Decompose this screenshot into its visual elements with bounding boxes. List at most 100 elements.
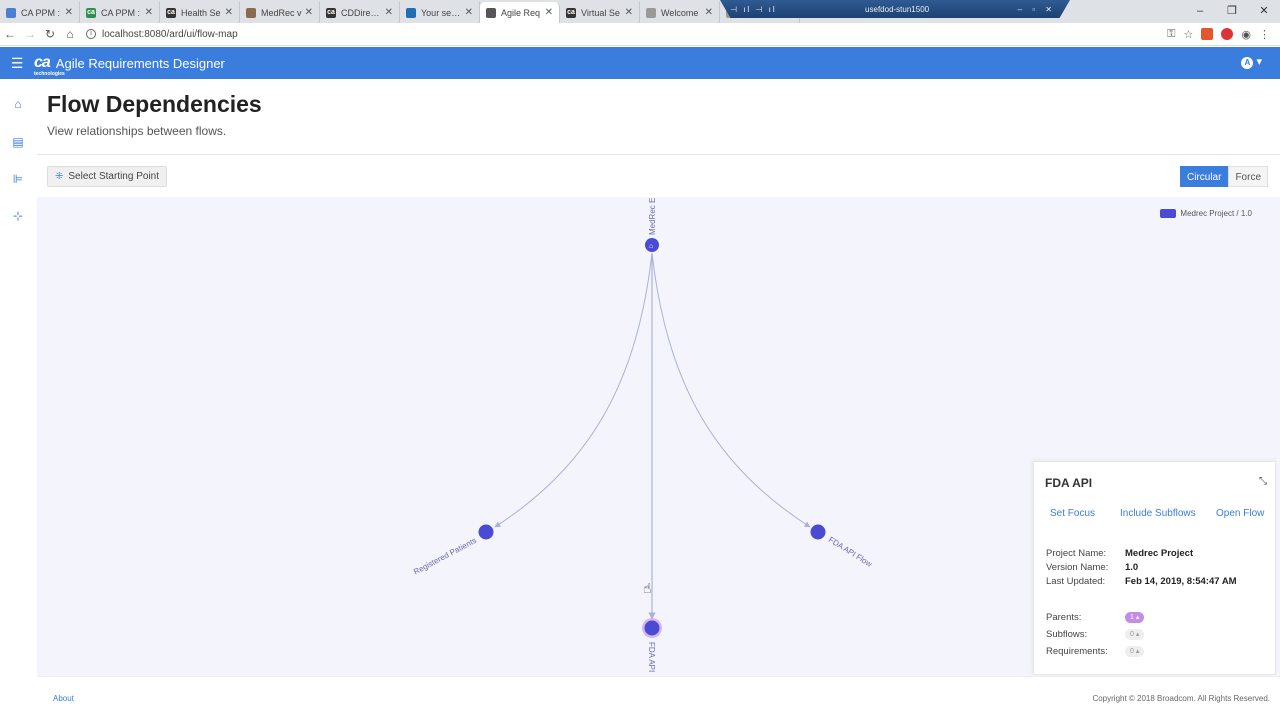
- version-name-label: Version Name:: [1046, 562, 1109, 573]
- more-icon[interactable]: ⋮: [1259, 28, 1270, 41]
- remote-session-title: usefdod-stun1500: [865, 4, 930, 14]
- node-root[interactable]: ⌂ MedRec E: [645, 198, 659, 252]
- legend-swatch: [1160, 209, 1177, 218]
- remote-window-controls[interactable]: – ▫ ✕: [1018, 5, 1056, 14]
- collapse-icon[interactable]: ⤡: [1259, 476, 1267, 487]
- browser-tab[interactable]: Your sessi ✕: [400, 2, 480, 23]
- tab-close-icon[interactable]: ✕: [65, 7, 73, 18]
- archive-nav-icon[interactable]: ▤: [11, 135, 25, 149]
- layout-circular-button[interactable]: Circular: [1179, 166, 1229, 187]
- key-icon[interactable]: ⚿: [1167, 28, 1175, 41]
- browser-tab[interactable]: ca Health Se ✕: [160, 2, 240, 23]
- layout-toggle: Circular Force: [1179, 166, 1268, 187]
- header-divider: [37, 154, 1280, 155]
- home-node-icon: ⌂: [649, 243, 653, 250]
- extension-icon[interactable]: [1201, 28, 1214, 40]
- tab-favicon-icon: ca: [326, 7, 336, 18]
- subflows-count: 0: [1130, 631, 1134, 638]
- node-bottom-label: FDA API: [647, 642, 656, 672]
- tab-close-icon[interactable]: ✕: [305, 7, 313, 18]
- profile-icon[interactable]: ◉: [1241, 28, 1251, 41]
- requirements-label: Requirements:: [1046, 646, 1108, 657]
- home-nav-icon[interactable]: ⌂: [11, 97, 25, 111]
- tab-label: CA PPM :: [21, 7, 61, 18]
- star-icon[interactable]: ☆: [1184, 28, 1194, 41]
- footer: About Copyright © 2018 Broadcom. All Rig…: [37, 676, 1280, 720]
- page-subtitle: View relationships between flows.: [47, 124, 227, 138]
- url-text: localhost:8080/ard/ui/flow-map: [102, 28, 238, 40]
- tab-close-icon[interactable]: ✕: [705, 7, 713, 18]
- adblock-icon[interactable]: [1221, 28, 1234, 40]
- project-name-value: Medrec Project: [1125, 548, 1194, 559]
- layout-force-button[interactable]: Force: [1228, 166, 1268, 187]
- crosshair-icon: ⁜: [55, 171, 64, 182]
- address-bar: ← → ↻ ⌂ i localhost:8080/ard/ui/flow-map…: [0, 23, 1280, 46]
- tab-label: Agile Req: [501, 7, 541, 18]
- hierarchy-nav-icon[interactable]: ⊫: [11, 172, 25, 186]
- url-field[interactable]: i localhost:8080/ard/ui/flow-map: [86, 29, 1167, 40]
- set-focus-link[interactable]: Set Focus: [1050, 508, 1095, 519]
- tab-close-icon[interactable]: ✕: [545, 7, 553, 18]
- subflows-badge[interactable]: 0 ▴: [1125, 629, 1145, 640]
- close-icon[interactable]: ✕: [1248, 0, 1280, 23]
- tab-favicon-icon: [6, 7, 16, 18]
- browser-tab[interactable]: ca Virtual Se ✕: [560, 2, 640, 23]
- tab-favicon-icon: [246, 7, 256, 18]
- details-title: FDA API: [1045, 476, 1093, 490]
- tab-close-icon[interactable]: ✕: [145, 7, 153, 18]
- tab-label: Your sessi: [421, 7, 462, 18]
- tab-close-icon[interactable]: ✕: [625, 7, 633, 18]
- legend-label: Medrec Project / 1.0: [1180, 209, 1252, 218]
- edge-root-to-right: [651, 252, 811, 528]
- open-flow-link[interactable]: Open Flow: [1216, 508, 1264, 519]
- node-left-label: Registered Patients: [412, 536, 478, 577]
- browser-tab[interactable]: CA PPM : ✕: [0, 2, 80, 23]
- parents-count: 1: [1130, 614, 1134, 621]
- tab-favicon-icon: [646, 7, 656, 18]
- info-icon[interactable]: i: [86, 29, 96, 39]
- tab-favicon-icon: [486, 7, 496, 18]
- include-subflows-link[interactable]: Include Subflows: [1120, 508, 1196, 519]
- copyright-text: Copyright © 2018 Broadcom. All Rights Re…: [1092, 694, 1270, 703]
- chevron-down-icon: ▾: [1256, 56, 1262, 68]
- user-avatar: A: [1241, 57, 1254, 69]
- tab-favicon-icon: [406, 7, 416, 18]
- select-starting-point-label: Select Starting Point: [68, 171, 159, 182]
- reload-icon[interactable]: ↻: [40, 27, 60, 41]
- app-title: Agile Requirements Designer: [55, 55, 225, 71]
- browser-tab[interactable]: ca CDDirecto ✕: [320, 2, 400, 23]
- parents-badge[interactable]: 1 ▴: [1125, 612, 1145, 623]
- browser-tab[interactable]: Agile Req ✕: [480, 2, 560, 23]
- home-icon[interactable]: ⌂: [60, 27, 80, 41]
- tab-close-icon[interactable]: ✕: [385, 7, 393, 18]
- version-name-value: 1.0: [1125, 562, 1139, 573]
- about-link[interactable]: About: [53, 694, 74, 703]
- node-right[interactable]: FDA API Flow: [810, 524, 874, 569]
- last-updated-label: Last Updated:: [1046, 576, 1106, 587]
- node-left[interactable]: Registered Patients: [412, 524, 494, 577]
- tab-label: CDDirecto: [341, 7, 382, 18]
- side-rail: ⌂ ▤ ⊫ ⊹: [0, 79, 37, 679]
- restore-icon[interactable]: ❐: [1216, 0, 1248, 23]
- tab-close-icon[interactable]: ✕: [465, 7, 473, 18]
- remote-session-bar[interactable]: ⊣ ıl ⊣ ıl usefdod-stun1500 – ▫ ✕: [720, 0, 1070, 18]
- requirements-badge[interactable]: 0 ▴: [1125, 646, 1145, 657]
- logo-text: ca: [34, 54, 51, 71]
- pin-icon[interactable]: ⊣ ıl ⊣ ıl: [730, 5, 777, 14]
- back-icon[interactable]: ←: [0, 27, 20, 41]
- forward-icon[interactable]: →: [20, 27, 40, 41]
- window-controls: – ❐ ✕: [1184, 0, 1280, 23]
- browser-tab[interactable]: Welcome ✕: [640, 2, 720, 23]
- tab-close-icon[interactable]: ✕: [225, 7, 233, 18]
- hamburger-menu-icon[interactable]: ☰: [0, 55, 34, 72]
- select-starting-point-button[interactable]: ⁜ Select Starting Point: [47, 166, 167, 187]
- browser-tab[interactable]: MedRec v ✕: [240, 2, 320, 23]
- ca-logo: ca technologies: [34, 54, 65, 77]
- node-bottom-selected[interactable]: FDA API: [642, 618, 662, 672]
- flow-map-nav-icon[interactable]: ⊹: [11, 209, 25, 223]
- logo-subtext: technologies: [34, 71, 65, 77]
- minimize-icon[interactable]: –: [1184, 0, 1216, 23]
- user-menu[interactable]: A ▾: [1241, 55, 1262, 69]
- browser-tab[interactable]: ca CA PPM : ✕: [80, 2, 160, 23]
- project-name-label: Project Name:: [1046, 548, 1107, 559]
